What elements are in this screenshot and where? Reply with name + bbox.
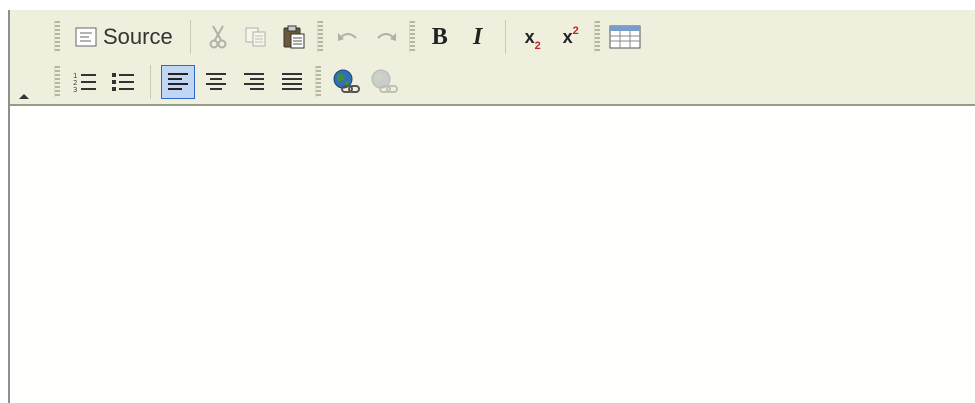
editor-toolbar: Source B I x2 x2 1 2 3	[10, 10, 975, 106]
superscript-digit: 2	[572, 24, 579, 37]
toolbar-separator	[504, 20, 506, 54]
subscript-icon: x2	[524, 26, 541, 52]
numbered-list-icon: 1 2 3	[73, 72, 96, 94]
cut-button[interactable]	[201, 20, 235, 54]
copy-icon	[245, 27, 266, 47]
justify-icon	[282, 73, 302, 90]
align-left-button[interactable]	[161, 65, 195, 99]
table-button[interactable]	[608, 20, 642, 54]
undo-button[interactable]	[331, 20, 365, 54]
align-center-button[interactable]	[199, 65, 233, 99]
italic-button[interactable]: I	[461, 20, 495, 54]
table-icon	[609, 25, 641, 49]
toolbar-row-1: Source B I x2 x2	[50, 15, 644, 59]
toolbar-grip[interactable]	[315, 66, 321, 98]
superscript-button[interactable]: x2	[554, 20, 588, 54]
source-button[interactable]: Source	[68, 20, 180, 54]
italic-label: I	[473, 23, 483, 50]
bulleted-list-icon	[112, 73, 134, 91]
bulleted-list-button[interactable]	[106, 65, 140, 99]
link-icon	[333, 69, 360, 93]
toolbar-grip[interactable]	[593, 21, 600, 53]
source-button-label: Source	[103, 24, 173, 49]
align-left-icon	[168, 73, 188, 90]
subscript-base: x	[524, 26, 535, 47]
paste-icon	[283, 25, 305, 49]
editor-content-area[interactable]	[10, 106, 975, 403]
toolbar-grip[interactable]	[316, 21, 323, 53]
toolbar-grip[interactable]	[408, 21, 415, 53]
insert-link-button[interactable]	[329, 65, 363, 99]
justify-button[interactable]	[275, 65, 309, 99]
bold-label: B	[431, 23, 448, 50]
unlink-icon	[371, 69, 398, 93]
superscript-icon: x2	[562, 24, 579, 48]
unlink-button[interactable]	[367, 65, 401, 99]
redo-button[interactable]	[369, 20, 403, 54]
superscript-base: x	[562, 26, 573, 47]
copy-button[interactable]	[239, 20, 273, 54]
rich-text-editor: Source B I x2 x2 1 2 3	[8, 10, 975, 403]
bold-button[interactable]: B	[423, 20, 457, 54]
undo-icon	[337, 33, 357, 41]
numbered-list-button[interactable]: 1 2 3	[68, 65, 102, 99]
align-right-icon	[244, 73, 264, 90]
toolbar-grip[interactable]	[54, 66, 60, 98]
align-center-icon	[206, 73, 226, 90]
redo-icon	[377, 33, 396, 41]
subscript-digit: 2	[534, 39, 541, 52]
align-right-button[interactable]	[237, 65, 271, 99]
paste-button[interactable]	[277, 20, 311, 54]
subscript-button[interactable]: x2	[516, 20, 550, 54]
toolbar-collapse-icon[interactable]	[19, 94, 29, 99]
svg-text:3: 3	[73, 86, 77, 94]
cut-icon	[209, 25, 227, 49]
toolbar-separator	[150, 65, 151, 99]
toolbar-row-2: 1 2 3	[50, 60, 403, 104]
source-icon	[75, 27, 97, 47]
toolbar-grip[interactable]	[54, 21, 60, 53]
toolbar-separator	[189, 20, 191, 54]
